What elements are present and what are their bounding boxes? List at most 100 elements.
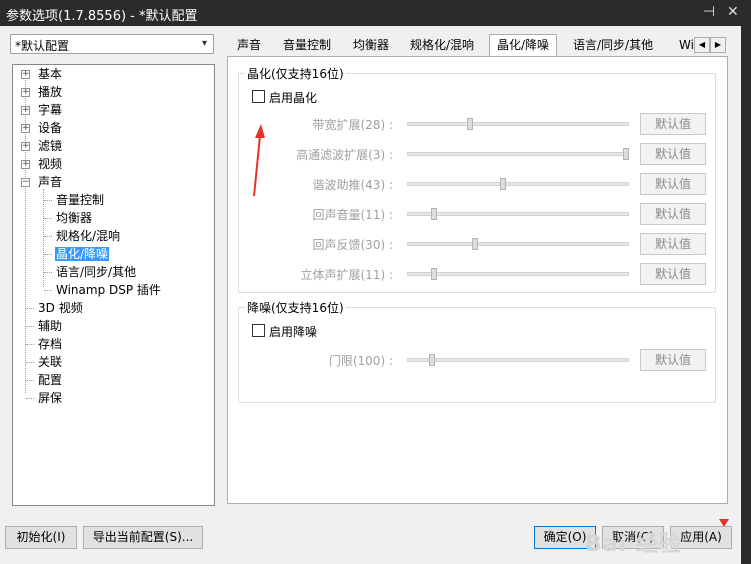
stereo-expand-label: 立体声扩展(11) : bbox=[300, 268, 394, 282]
denoise-group-title: 降噪(仅支持16位) bbox=[245, 299, 346, 316]
window-title: 参数选项(1.7.8556) - *默认配置 bbox=[6, 9, 198, 24]
settings-tree[interactable]: + 基本 + 播放 + 字幕 + 设备 + 滤镜 + 视频 − 声音 音量控制 … bbox=[12, 64, 215, 506]
bandwidth-slider-thumb[interactable] bbox=[467, 118, 474, 130]
tree-guide-line bbox=[26, 326, 34, 327]
echo-volume-label: 回声音量(11) : bbox=[312, 208, 394, 222]
tree-label: 语言/同步/其他 bbox=[56, 265, 137, 279]
watermark-text: Bai 经验 bbox=[585, 532, 682, 557]
tree-guide-line bbox=[44, 218, 52, 219]
tab-normalize[interactable]: 规格化/混响 bbox=[403, 36, 481, 55]
tab-audio[interactable]: 声音 bbox=[230, 36, 268, 55]
tree-label: 关联 bbox=[38, 355, 63, 369]
tree-guide-line bbox=[26, 362, 34, 363]
tree-guide-line bbox=[44, 254, 52, 255]
tree-label: 基本 bbox=[38, 67, 63, 81]
tree-item-normalize[interactable]: 规格化/混响 bbox=[55, 228, 121, 244]
tree-item-crystal[interactable]: 晶化/降噪 bbox=[55, 246, 110, 262]
tree-label: 辅助 bbox=[38, 319, 63, 333]
tab-scroll-right-icon[interactable]: ▶ bbox=[710, 37, 726, 53]
tree-label: 存档 bbox=[38, 337, 63, 351]
init-button[interactable]: 初始化(I) bbox=[5, 526, 77, 549]
tab-crystal[interactable]: 晶化/降噪 bbox=[489, 34, 558, 56]
tree-guide-line bbox=[26, 344, 34, 345]
tree-label: Winamp DSP 插件 bbox=[56, 283, 161, 297]
tree-guide-line bbox=[44, 272, 52, 273]
expand-plus-icon[interactable]: + bbox=[21, 160, 30, 169]
denoise-group: 降噪(仅支持16位) 启用降噪 门限(100) : 默认值 bbox=[238, 299, 716, 403]
tree-guide-line bbox=[26, 398, 34, 399]
harmonic-slider-thumb[interactable] bbox=[499, 178, 506, 190]
background-strip bbox=[741, 26, 751, 564]
tree-label-selected: 晶化/降噪 bbox=[55, 247, 110, 261]
enable-crystal-checkbox[interactable] bbox=[252, 90, 265, 103]
tree-guide-line bbox=[26, 308, 34, 309]
echo-volume-slider-track[interactable] bbox=[407, 212, 629, 216]
enable-crystal-label[interactable]: 启用晶化 bbox=[269, 89, 317, 106]
tree-guide-line bbox=[44, 200, 52, 201]
tree-label: 屏保 bbox=[38, 391, 63, 405]
tree-label: 均衡器 bbox=[56, 211, 93, 225]
tab-language[interactable]: 语言/同步/其他 bbox=[566, 36, 660, 55]
tree-item-volume[interactable]: 音量控制 bbox=[55, 192, 105, 208]
window-titlebar: 参数选项(1.7.8556) - *默认配置 ⊣ ✕ bbox=[0, 0, 751, 26]
tree-label: 声音 bbox=[38, 175, 63, 189]
tree-label: 音量控制 bbox=[56, 193, 105, 207]
harmonic-default-button[interactable]: 默认值 bbox=[640, 173, 706, 195]
profile-select[interactable]: *默认配置 ▾ bbox=[10, 34, 214, 54]
threshold-slider-track[interactable] bbox=[407, 358, 629, 362]
expand-plus-icon[interactable]: + bbox=[21, 142, 30, 151]
close-icon[interactable]: ✕ bbox=[727, 4, 739, 20]
tab-scroll-left-icon[interactable]: ◀ bbox=[694, 37, 710, 53]
tab-panel: 晶化(仅支持16位) 启用晶化 带宽扩展(28) : 默认值 高通滤波扩展(3)… bbox=[227, 56, 729, 527]
chevron-down-icon[interactable]: ▾ bbox=[196, 35, 213, 53]
echo-volume-default-button[interactable]: 默认值 bbox=[640, 203, 706, 225]
stereo-expand-slider-thumb[interactable] bbox=[430, 268, 437, 280]
harmonic-slider-track[interactable] bbox=[407, 182, 629, 186]
enable-denoise-checkbox[interactable] bbox=[252, 324, 265, 337]
threshold-label: 门限(100) : bbox=[328, 354, 393, 368]
expand-plus-icon[interactable]: + bbox=[21, 124, 30, 133]
tree-label: 规格化/混响 bbox=[56, 229, 121, 243]
enable-denoise-label[interactable]: 启用降噪 bbox=[269, 323, 317, 340]
tree-guide-line bbox=[26, 380, 34, 381]
tree-item-equalizer[interactable]: 均衡器 bbox=[55, 210, 93, 226]
bandwidth-slider-track[interactable] bbox=[407, 122, 629, 126]
tree-label: 设备 bbox=[38, 121, 63, 135]
tree-label: 字幕 bbox=[38, 103, 63, 117]
tab-equalizer[interactable]: 均衡器 bbox=[346, 36, 396, 55]
tab-volume[interactable]: 音量控制 bbox=[276, 36, 338, 55]
crystal-group: 晶化(仅支持16位) 启用晶化 带宽扩展(28) : 默认值 高通滤波扩展(3)… bbox=[238, 65, 716, 293]
highpass-default-button[interactable]: 默认值 bbox=[640, 143, 706, 165]
annotation-arrow-icon bbox=[253, 124, 265, 197]
profile-value: *默认配置 bbox=[15, 39, 70, 53]
expand-plus-icon[interactable]: + bbox=[21, 106, 30, 115]
echo-feedback-slider-thumb[interactable] bbox=[471, 238, 478, 250]
echo-feedback-default-button[interactable]: 默认值 bbox=[640, 233, 706, 255]
tree-label: 配置 bbox=[38, 373, 63, 387]
tree-guide-line bbox=[44, 290, 52, 291]
echo-feedback-slider-track[interactable] bbox=[407, 242, 629, 246]
tree-label: 播放 bbox=[38, 85, 63, 99]
dialog-client: *默认配置 ▾ + 基本 + 播放 + 字幕 + 设备 + 滤镜 + 视频 − … bbox=[0, 26, 741, 564]
expand-plus-icon[interactable]: + bbox=[21, 70, 30, 79]
threshold-slider-thumb[interactable] bbox=[428, 354, 435, 366]
threshold-default-button[interactable]: 默认值 bbox=[640, 349, 706, 371]
tree-item-winamp[interactable]: Winamp DSP 插件 bbox=[55, 282, 162, 298]
crystal-group-title: 晶化(仅支持16位) bbox=[245, 65, 346, 82]
stereo-expand-slider-track[interactable] bbox=[407, 272, 629, 276]
echo-volume-slider-thumb[interactable] bbox=[430, 208, 437, 220]
collapse-minus-icon[interactable]: − bbox=[21, 178, 30, 187]
tree-label: 视频 bbox=[38, 157, 63, 171]
tree-label: 滤镜 bbox=[38, 139, 63, 153]
tab-strip: 声音 音量控制 均衡器 规格化/混响 晶化/降噪 语言/同步/其他 Wi ◀ ▶ bbox=[226, 34, 732, 56]
stereo-expand-default-button[interactable]: 默认值 bbox=[640, 263, 706, 285]
pin-icon[interactable]: ⊣ bbox=[703, 4, 715, 20]
bandwidth-default-button[interactable]: 默认值 bbox=[640, 113, 706, 135]
highpass-slider-thumb[interactable] bbox=[623, 148, 629, 160]
tree-guide-line bbox=[44, 236, 52, 237]
export-config-button[interactable]: 导出当前配置(S)... bbox=[83, 526, 203, 549]
tree-label: 3D 视频 bbox=[38, 301, 83, 315]
expand-plus-icon[interactable]: + bbox=[21, 88, 30, 97]
highpass-slider-track[interactable] bbox=[407, 152, 629, 156]
tree-item-language[interactable]: 语言/同步/其他 bbox=[55, 264, 137, 280]
